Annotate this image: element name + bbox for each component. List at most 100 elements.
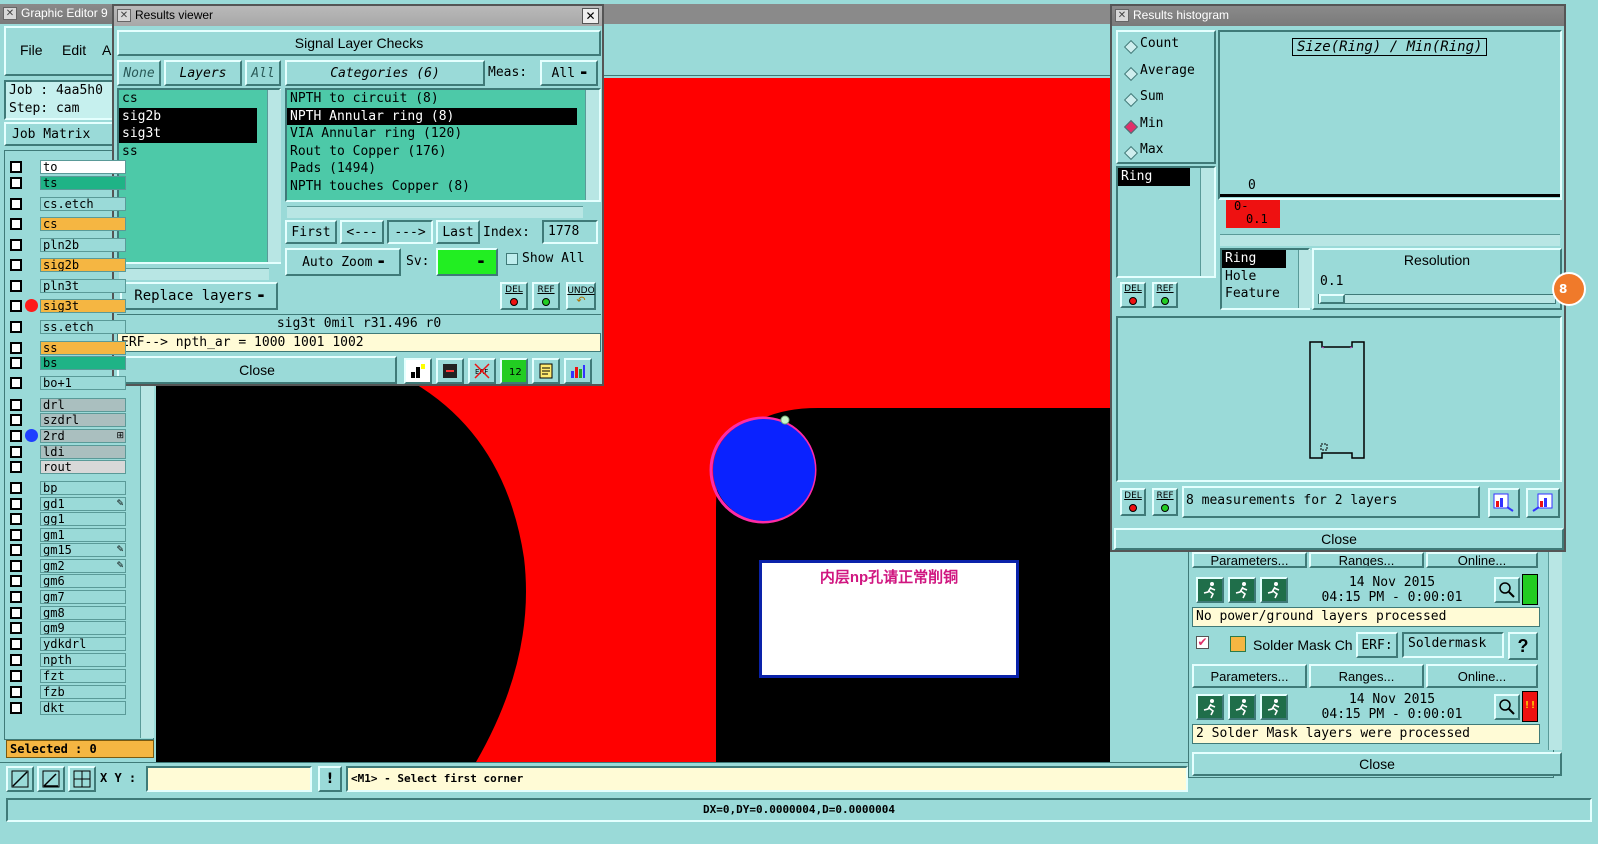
categories-button[interactable]: Categories (6) — [285, 60, 485, 86]
layer-checkbox[interactable] — [10, 543, 22, 556]
layer-row[interactable]: drl — [10, 397, 126, 412]
ranges-button-2[interactable]: Ranges... — [1309, 664, 1424, 688]
layer-row[interactable]: dkt — [10, 700, 126, 715]
tool-button-3[interactable]: ERF — [468, 358, 496, 384]
run-check-button-6[interactable] — [1260, 694, 1288, 720]
layer-row[interactable]: pln2b — [10, 237, 126, 252]
layer-row[interactable]: gg1 — [10, 511, 126, 526]
erf-button[interactable]: ERF: — [1356, 632, 1398, 658]
measure-type-scrollbar[interactable] — [1298, 250, 1312, 308]
check-item-checkbox[interactable]: ✔ — [1196, 636, 1209, 649]
menu-edit[interactable]: Edit — [62, 42, 86, 58]
del-button[interactable]: DEL — [500, 282, 528, 310]
erf-field[interactable]: Soldermask — [1402, 632, 1504, 658]
tool-button-4[interactable]: 12 — [500, 358, 528, 384]
layer-checkbox[interactable] — [10, 176, 22, 189]
run-check-button-5[interactable] — [1228, 694, 1256, 720]
last-button[interactable]: Last — [436, 220, 480, 244]
tool-button-6[interactable] — [564, 358, 592, 384]
layer-row[interactable]: ts — [10, 175, 126, 190]
layer-checkbox[interactable] — [10, 376, 22, 389]
results-viewer-close-button[interactable]: Close — [117, 356, 397, 384]
results-layer-scrollbar[interactable] — [267, 90, 281, 262]
help-button[interactable]: ? — [1508, 632, 1538, 660]
layer-checkbox[interactable] — [10, 160, 22, 173]
layer-checkbox[interactable] — [10, 217, 22, 230]
online-button-2[interactable]: Online... — [1426, 664, 1538, 688]
layer-row[interactable]: gm6 — [10, 573, 126, 588]
layer-row[interactable]: fzt — [10, 668, 126, 683]
layer-checkbox[interactable] — [10, 621, 22, 634]
layer-checkbox[interactable] — [10, 356, 22, 369]
layer-row[interactable]: bs — [10, 355, 126, 370]
auto-zoom-dropdown[interactable]: Auto Zoom ▬ — [285, 248, 401, 276]
layer-row[interactable]: sig2b — [10, 257, 126, 272]
layer-row[interactable]: szdrl — [10, 412, 126, 427]
menu-actions[interactable]: A — [102, 42, 111, 58]
layer-checkbox[interactable] — [10, 512, 22, 525]
layer-row[interactable]: cs.etch — [10, 196, 126, 211]
layer-checkbox[interactable] — [10, 528, 22, 541]
layer-row[interactable]: ss.etch — [10, 319, 126, 334]
resolution-slider[interactable] — [1318, 294, 1556, 304]
measure-type-item[interactable]: Ring — [1222, 250, 1286, 268]
category-scrollbar[interactable] — [585, 90, 599, 200]
results-viewer-close-icon[interactable]: ✕ — [582, 8, 599, 24]
measure-type-item[interactable]: Feature — [1222, 285, 1286, 303]
layer-checkbox[interactable] — [10, 460, 22, 473]
layer-row[interactable]: gm1 — [10, 527, 126, 542]
layer-checkbox[interactable] — [10, 481, 22, 494]
hist-del-button-2[interactable]: DEL — [1120, 488, 1146, 516]
layer-row[interactable]: gm8 — [10, 605, 126, 620]
layer-row[interactable]: gm9 — [10, 620, 126, 635]
category-hscrollbar[interactable] — [287, 206, 583, 218]
first-button[interactable]: First — [285, 220, 337, 244]
run-check-button-4[interactable] — [1196, 694, 1224, 720]
layer-checkbox[interactable] — [10, 590, 22, 603]
zoom-result-button-1[interactable] — [1494, 577, 1520, 603]
layer-row[interactable]: ydkdrl — [10, 636, 126, 651]
layer-row[interactable]: ss — [10, 340, 126, 355]
left-measure-item[interactable]: Ring — [1118, 168, 1190, 186]
measure-tool-button[interactable] — [6, 766, 34, 792]
angle-tool-button[interactable] — [37, 766, 65, 792]
histogram-close-button[interactable]: Close — [1114, 528, 1564, 550]
layer-row[interactable]: cs — [10, 216, 126, 231]
parameters-button-1[interactable]: Parameters... — [1192, 552, 1307, 568]
ref-button[interactable]: REF — [532, 282, 560, 310]
layer-row[interactable]: gd1 ✎ — [10, 496, 126, 511]
category-item[interactable]: NPTH touches Copper (8) — [287, 178, 577, 196]
layer-checkbox[interactable] — [10, 701, 22, 714]
tool-button-1[interactable] — [404, 358, 432, 384]
layer-checkbox[interactable] — [10, 320, 22, 333]
layer-row[interactable]: bo+1 — [10, 375, 126, 390]
results-layer-list[interactable]: cs sig2b sig3t ss — [117, 88, 281, 264]
meas-dropdown[interactable]: All ▬ — [540, 60, 598, 86]
layer-checkbox[interactable] — [10, 574, 22, 587]
category-item[interactable]: Rout to Copper (176) — [287, 143, 577, 161]
tool-button-2[interactable] — [436, 358, 464, 384]
show-all-checkbox[interactable] — [506, 253, 518, 265]
layer-row[interactable]: 2rd ⊞ — [10, 428, 126, 443]
category-item[interactable]: Pads (1494) — [287, 160, 577, 178]
checklist-close-button[interactable]: Close — [1192, 752, 1562, 776]
hist-ref-button[interactable]: REF — [1152, 282, 1178, 308]
layer-row[interactable]: gm7 — [10, 589, 126, 604]
undo-button[interactable]: UNDO ↶ — [566, 282, 596, 310]
layer-row[interactable]: fzb — [10, 684, 126, 699]
layer-checkbox[interactable] — [10, 653, 22, 666]
checklist-scrollbar[interactable] — [1548, 550, 1562, 750]
left-list-scrollbar[interactable] — [1200, 168, 1214, 276]
layer-checkbox[interactable] — [10, 637, 22, 650]
layer-checkbox[interactable] — [10, 398, 22, 411]
layer-checkbox[interactable] — [10, 258, 22, 271]
menu-file[interactable]: File — [20, 42, 43, 58]
category-item[interactable]: NPTH to circuit (8) — [287, 90, 577, 108]
layer-row[interactable]: npth — [10, 652, 126, 667]
online-button-1[interactable]: Online... — [1426, 552, 1538, 568]
sv-color-dropdown[interactable]: ▬ — [436, 248, 498, 276]
results-layer-item[interactable]: ss — [119, 143, 257, 161]
measure-type-list[interactable]: Ring Hole Feature — [1220, 248, 1310, 310]
layer-checkbox[interactable] — [10, 238, 22, 251]
alert-button[interactable]: ! — [318, 766, 342, 792]
